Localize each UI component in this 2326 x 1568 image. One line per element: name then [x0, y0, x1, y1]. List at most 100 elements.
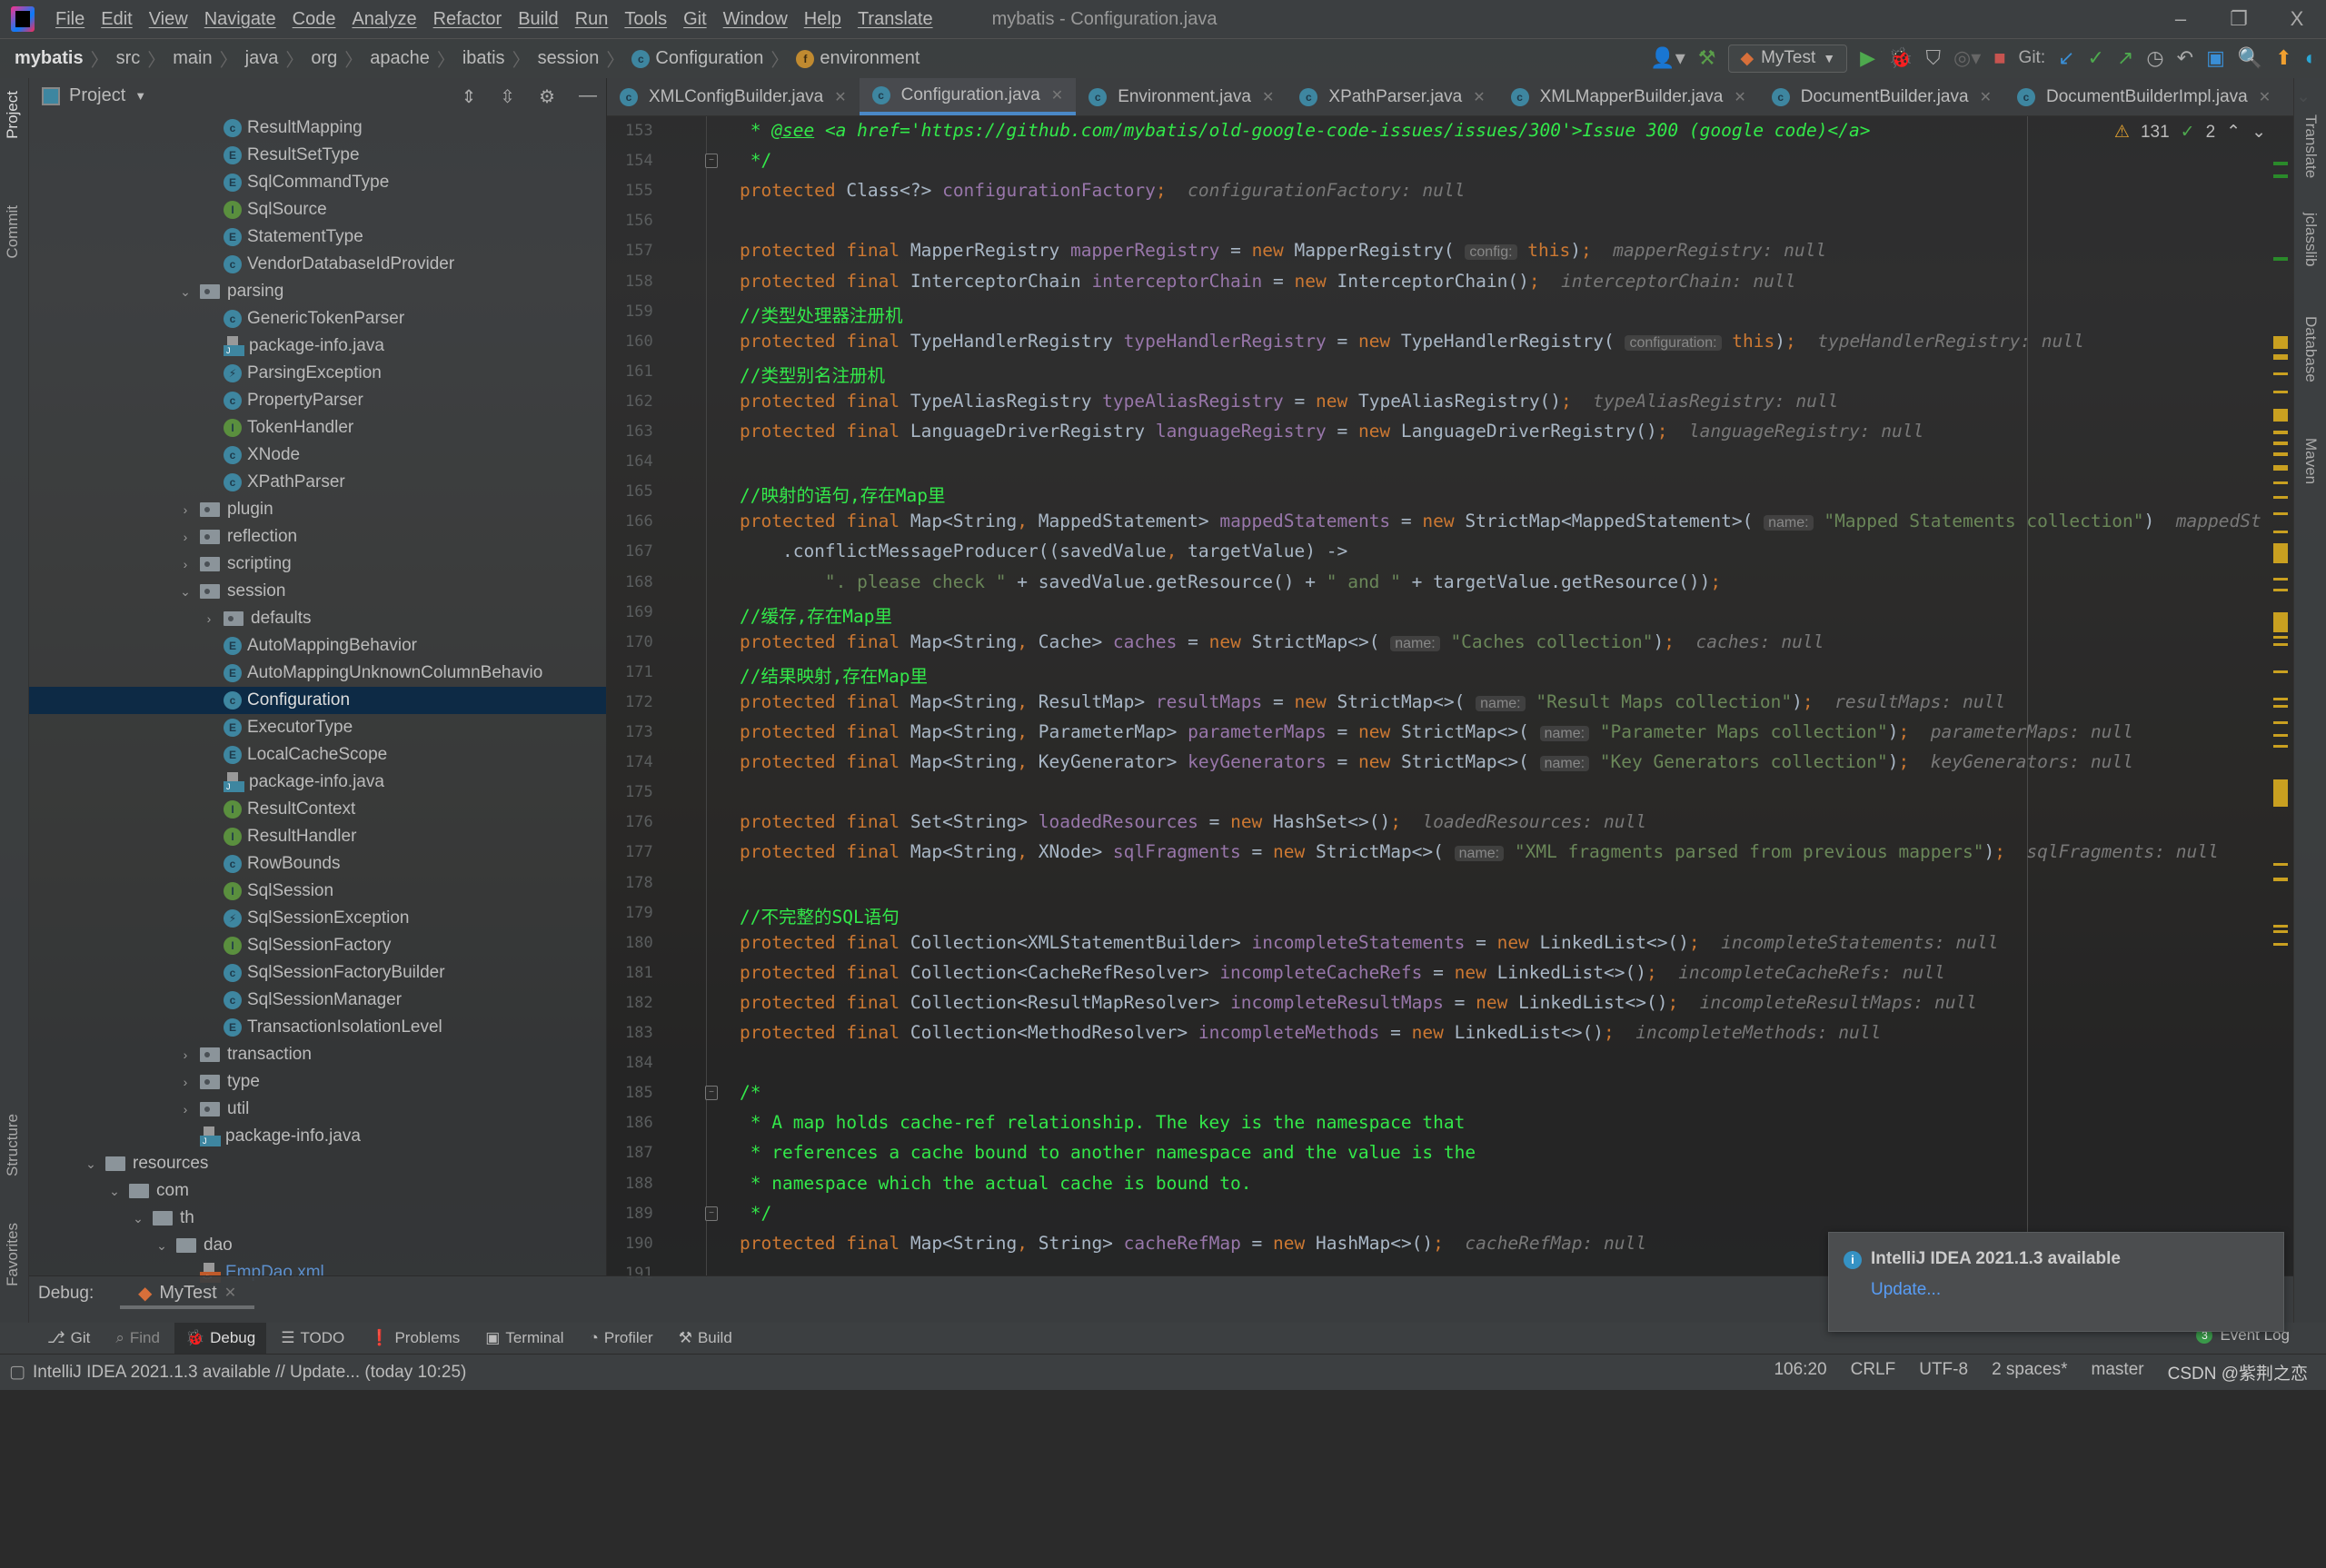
stripe-marker[interactable] — [2273, 863, 2288, 866]
code-line[interactable]: protected final Map<String, KeyGenerator… — [740, 751, 2133, 772]
tool-build[interactable]: ⚒ Build — [668, 1323, 743, 1354]
tree-item[interactable]: › defaults — [29, 605, 606, 632]
close-button[interactable]: X — [2268, 7, 2326, 31]
history-icon[interactable]: ◷ — [2146, 46, 2163, 70]
stripe-marker[interactable] — [2273, 354, 2288, 360]
line-separator[interactable]: CRLF — [1851, 1360, 1896, 1384]
stripe-marker[interactable] — [2273, 174, 2288, 178]
error-stripe[interactable] — [2273, 116, 2290, 1275]
hide-icon[interactable]: — — [579, 85, 597, 108]
code-line[interactable]: protected final TypeAliasRegistry typeAl… — [740, 391, 1838, 412]
menu-edit[interactable]: Edit — [93, 9, 140, 30]
build-hammer-icon[interactable]: ⚒ — [1698, 46, 1716, 70]
tree-item[interactable]: E LocalCacheScope — [29, 741, 606, 769]
menu-run[interactable]: Run — [567, 9, 617, 30]
chevron-right-icon[interactable]: › — [176, 1047, 194, 1062]
database-tool-tab[interactable]: Database — [2301, 316, 2320, 382]
menu-translate[interactable]: Translate — [850, 9, 941, 30]
git-commit-icon[interactable]: ✓ — [2088, 46, 2104, 70]
tool-profiler[interactable]: ◔ Profiler — [579, 1323, 664, 1354]
next-highlight-icon[interactable]: ⌄ — [2251, 122, 2266, 143]
tree-item[interactable]: ⌄ parsing — [29, 278, 606, 305]
translate-tool-tab[interactable]: Translate — [2301, 114, 2320, 178]
chevron-down-icon[interactable]: ⌄ — [105, 1184, 124, 1199]
tree-item[interactable]: package-info.java — [29, 332, 606, 360]
translate-icon[interactable]: ▣ — [2206, 46, 2225, 70]
code-line[interactable]: protected final Collection<XMLStatementB… — [740, 932, 1998, 953]
code-line[interactable]: protected Class<?> configurationFactory;… — [740, 180, 1465, 201]
menu-view[interactable]: View — [141, 9, 196, 30]
tree-item[interactable]: › reflection — [29, 523, 606, 551]
breadcrumb-src[interactable]: src — [116, 48, 141, 69]
tree-item[interactable]: c SqlSessionFactoryBuilder — [29, 959, 606, 987]
code-line[interactable]: protected final Set<String> loadedResour… — [740, 811, 1646, 832]
tree-item[interactable]: c Configuration — [29, 687, 606, 714]
close-icon[interactable]: ✕ — [2259, 88, 2271, 106]
stripe-marker[interactable] — [2273, 531, 2288, 533]
code-line[interactable]: * references a cache bound to another na… — [740, 1142, 1476, 1163]
stripe-marker[interactable] — [2273, 543, 2288, 563]
fold-marker-icon[interactable]: − — [705, 1206, 718, 1221]
tree-item[interactable]: I SqlSource — [29, 196, 606, 223]
stripe-marker[interactable] — [2273, 705, 2288, 708]
close-icon[interactable]: ✕ — [1473, 88, 1485, 106]
minimize-button[interactable]: – — [2152, 7, 2210, 31]
tree-item[interactable]: › scripting — [29, 551, 606, 578]
inspection-widget[interactable]: ⚠ 131 ✓ 2 ⌃ ⌄ — [2114, 122, 2266, 143]
code-line[interactable]: * namespace which the actual cache is bo… — [740, 1173, 1252, 1194]
stripe-marker[interactable] — [2273, 589, 2288, 591]
menu-tools[interactable]: Tools — [616, 9, 675, 30]
close-icon[interactable]: ✕ — [224, 1284, 236, 1302]
tree-item[interactable]: c VendorDatabaseIdProvider — [29, 251, 606, 278]
code-line[interactable]: /* — [740, 1082, 760, 1103]
chevron-down-icon[interactable]: ⌄ — [82, 1156, 100, 1172]
breadcrumb-field[interactable]: environment — [820, 48, 919, 69]
stripe-marker[interactable] — [2273, 391, 2288, 393]
stripe-marker[interactable] — [2273, 162, 2288, 165]
chevron-down-icon[interactable]: ⌄ — [176, 584, 194, 600]
code-line[interactable]: protected final MapperRegistry mapperReg… — [740, 240, 1826, 261]
tab-documentbuilder[interactable]: c DocumentBuilder.java ✕ — [1759, 78, 2004, 115]
stripe-marker[interactable] — [2273, 409, 2288, 422]
code-line[interactable]: //映射的语句,存在Map里 — [740, 481, 945, 507]
menu-build[interactable]: Build — [510, 9, 566, 30]
code-line[interactable]: protected final Collection<CacheRefResol… — [740, 962, 1945, 983]
tree-item[interactable]: c SqlSessionManager — [29, 987, 606, 1014]
stripe-marker[interactable] — [2273, 734, 2288, 737]
code-line[interactable]: protected final TypeHandlerRegistry type… — [740, 331, 2084, 352]
code-line[interactable]: protected final Collection<ResultMapReso… — [740, 992, 1977, 1013]
caret-position[interactable]: 106:20 — [1774, 1360, 1826, 1384]
tree-item[interactable]: E ResultSetType — [29, 142, 606, 169]
favorites-tool-tab[interactable]: Favorites — [4, 1223, 22, 1286]
chevron-down-icon[interactable]: ⌄ — [153, 1238, 171, 1254]
chevron-down-icon[interactable]: ▼ — [134, 89, 146, 103]
debug-icon[interactable]: 🐞 — [1888, 46, 1913, 70]
restore-button[interactable]: ❐ — [2210, 7, 2268, 31]
tab-xpathparser[interactable]: c XPathParser.java ✕ — [1287, 78, 1497, 115]
fold-marker-icon[interactable]: − — [705, 154, 718, 169]
rollback-icon[interactable]: ↶ — [2177, 46, 2193, 70]
tool-find[interactable]: ⌕ Find — [104, 1323, 171, 1354]
stripe-marker[interactable] — [2273, 779, 2288, 807]
code-line[interactable]: //不完整的SQL语句 — [740, 902, 900, 928]
code-editor[interactable]: 153 154 155 156 157 158 159 160 161 162 163 164 165 1… — [607, 116, 2293, 1283]
update-link[interactable]: Update... — [1871, 1280, 1941, 1300]
tree-item[interactable]: E SqlCommandType — [29, 169, 606, 196]
update-icon[interactable]: ⬆ — [2275, 46, 2291, 70]
tree-item[interactable]: c XPathParser — [29, 469, 606, 496]
stripe-marker[interactable] — [2273, 512, 2288, 515]
code-line[interactable]: protected final Map<String, XNode> sqlFr… — [740, 841, 2219, 862]
expand-all-icon[interactable]: ⇕ — [462, 85, 477, 108]
stripe-marker[interactable] — [2273, 612, 2288, 632]
close-icon[interactable]: ✕ — [1980, 88, 1992, 106]
user-icon[interactable]: 👤▾ — [1650, 46, 1685, 70]
tree-item[interactable]: I SqlSessionFactory — [29, 932, 606, 959]
close-icon[interactable]: ✕ — [1051, 86, 1063, 104]
tree-item[interactable]: I SqlSession — [29, 878, 606, 905]
tree-item[interactable]: I TokenHandler — [29, 414, 606, 442]
breadcrumb-project[interactable]: mybatis — [15, 48, 84, 69]
tree-item[interactable]: E ExecutorType — [29, 714, 606, 741]
breadcrumb-session[interactable]: session — [538, 48, 600, 69]
code-line[interactable]: */ — [740, 1203, 772, 1224]
breadcrumb-apache[interactable]: apache — [370, 48, 430, 69]
